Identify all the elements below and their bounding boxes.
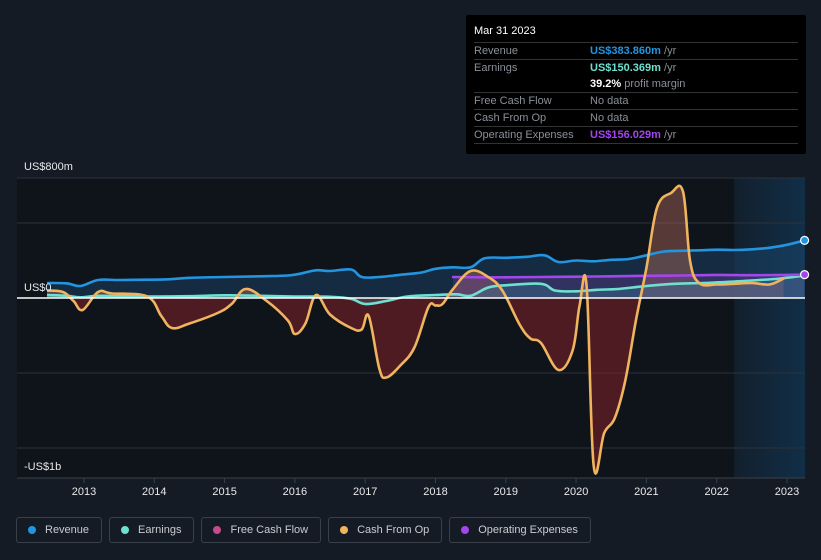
- x-tick-label: 2014: [142, 486, 166, 498]
- tooltip-row-label: Free Cash Flow: [474, 95, 552, 107]
- endpoint-marker-revenue: [799, 235, 810, 245]
- tooltip-value-suffix: No data: [590, 95, 629, 107]
- legend-dot-icon: [213, 526, 222, 534]
- legend-label: Earnings: [138, 524, 182, 536]
- x-tick-label: 2018: [423, 486, 447, 498]
- tooltip-value-amount: US$383.860m: [590, 45, 661, 57]
- legend-label: Cash From Op: [357, 524, 430, 536]
- tooltip-row-value: US$383.860m /yr: [590, 43, 676, 59]
- x-tick-label: 2020: [564, 486, 588, 498]
- x-tick-label: 2021: [634, 486, 658, 498]
- tooltip-value-suffix: No data: [590, 112, 629, 124]
- legend: Revenue Earnings Free Cash Flow Cash From O…: [16, 517, 591, 543]
- tooltip-row-label: Cash From Op: [474, 112, 547, 124]
- tooltip-panel: Mar 31 2023 Revenue US$383.860m /yr Earnin…: [466, 15, 806, 154]
- x-tick-label: 2017: [353, 486, 377, 498]
- x-tick-label: 2023: [775, 486, 799, 498]
- legend-dot-icon: [121, 526, 130, 534]
- tooltip-row: Cash From Op No data: [474, 110, 798, 127]
- tooltip-value-amount: US$150.369m: [590, 62, 661, 74]
- tooltip-date: Mar 31 2023: [474, 23, 798, 43]
- y-tick-label: -US$1b: [24, 461, 61, 473]
- tooltip-row-value: No data: [590, 93, 629, 109]
- tooltip-value-amount: 39.2%: [590, 78, 622, 90]
- legend-item-free-cash-flow[interactable]: Free Cash Flow: [201, 517, 322, 543]
- tooltip-row: Free Cash Flow No data: [474, 93, 798, 110]
- legend-item-earnings[interactable]: Earnings: [109, 517, 195, 543]
- tooltip-row-label: [474, 76, 590, 92]
- tooltip-value-suffix: /yr: [660, 129, 677, 141]
- tooltip-row: Operating Expenses US$156.029m /yr: [474, 127, 798, 144]
- tooltip-value-suffix: /yr: [660, 62, 677, 74]
- tooltip-row-label: Earnings: [474, 62, 518, 74]
- tooltip-value-amount: US$156.029m: [590, 129, 661, 141]
- legend-label: Operating Expenses: [478, 524, 578, 536]
- tooltip-row-value: 39.2% profit margin: [590, 76, 685, 92]
- legend-label: Revenue: [45, 524, 90, 536]
- legend-item-cash-from-op[interactable]: Cash From Op: [328, 517, 443, 543]
- x-tick-label: 2019: [494, 486, 518, 498]
- tooltip-row-value: No data: [590, 110, 629, 126]
- legend-label: Free Cash Flow: [230, 524, 309, 536]
- x-tick-label: 2015: [212, 486, 236, 498]
- legend-item-revenue[interactable]: Revenue: [16, 517, 103, 543]
- legend-dot-icon: [461, 526, 470, 534]
- endpoint-marker-operating-expenses: [799, 270, 810, 280]
- legend-dot-icon: [28, 526, 36, 534]
- legend-dot-icon: [340, 526, 349, 534]
- tooltip-row: Revenue US$383.860m /yr: [474, 43, 798, 60]
- tooltip-row-value: US$150.369m /yr: [590, 60, 676, 76]
- tooltip-value-suffix: /yr: [660, 45, 677, 57]
- tooltip-row-label: Revenue: [474, 45, 519, 57]
- y-tick-label: US$0: [24, 282, 52, 294]
- tooltip-row-label: Operating Expenses: [474, 129, 574, 141]
- x-tick-label: 2016: [283, 486, 307, 498]
- x-tick-label: 2013: [72, 486, 96, 498]
- tooltip-row-value: US$156.029m /yr: [590, 127, 676, 143]
- legend-item-operating-expenses[interactable]: Operating Expenses: [449, 517, 591, 543]
- tooltip-value-suffix: profit margin: [621, 78, 686, 90]
- tooltip-row: 39.2% profit margin: [474, 76, 798, 93]
- x-tick-label: 2022: [704, 486, 728, 498]
- tooltip-row: Earnings US$150.369m /yr: [474, 60, 798, 76]
- y-tick-label: US$800m: [24, 161, 73, 173]
